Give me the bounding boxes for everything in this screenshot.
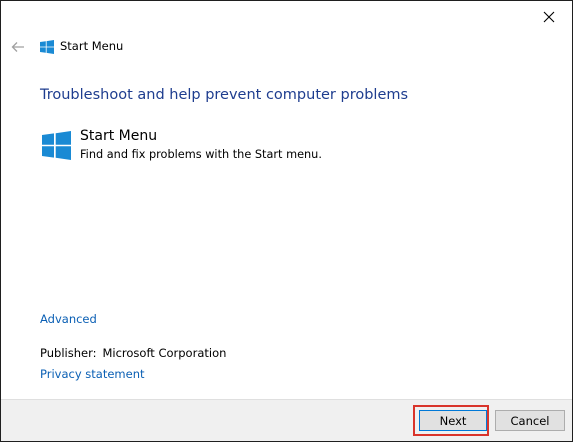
back-button[interactable] <box>9 37 27 57</box>
header-title: Start Menu <box>60 39 124 53</box>
next-button[interactable]: Next <box>419 410 487 431</box>
publisher-info: Publisher: Microsoft Corporation <box>40 346 226 360</box>
item-description: Find and fix problems with the Start men… <box>80 148 322 161</box>
publisher-value: Microsoft Corporation <box>102 346 227 360</box>
publisher-label: Publisher: <box>40 346 97 360</box>
windows-logo-icon <box>40 40 54 54</box>
page-heading: Troubleshoot and help prevent computer p… <box>40 87 409 103</box>
close-icon <box>543 11 555 23</box>
footer-bar: Next Cancel <box>1 399 572 441</box>
cancel-button[interactable]: Cancel <box>495 410 565 431</box>
windows-logo-icon <box>42 131 71 160</box>
troubleshooter-window: Start Menu Troubleshoot and help prevent… <box>0 0 573 442</box>
item-title: Start Menu <box>80 128 158 144</box>
header: Start Menu <box>1 35 572 59</box>
advanced-link[interactable]: Advanced <box>40 312 97 326</box>
arrow-left-icon <box>11 42 24 52</box>
privacy-statement-link[interactable]: Privacy statement <box>40 367 145 381</box>
title-bar <box>1 1 572 33</box>
close-button[interactable] <box>526 1 572 33</box>
